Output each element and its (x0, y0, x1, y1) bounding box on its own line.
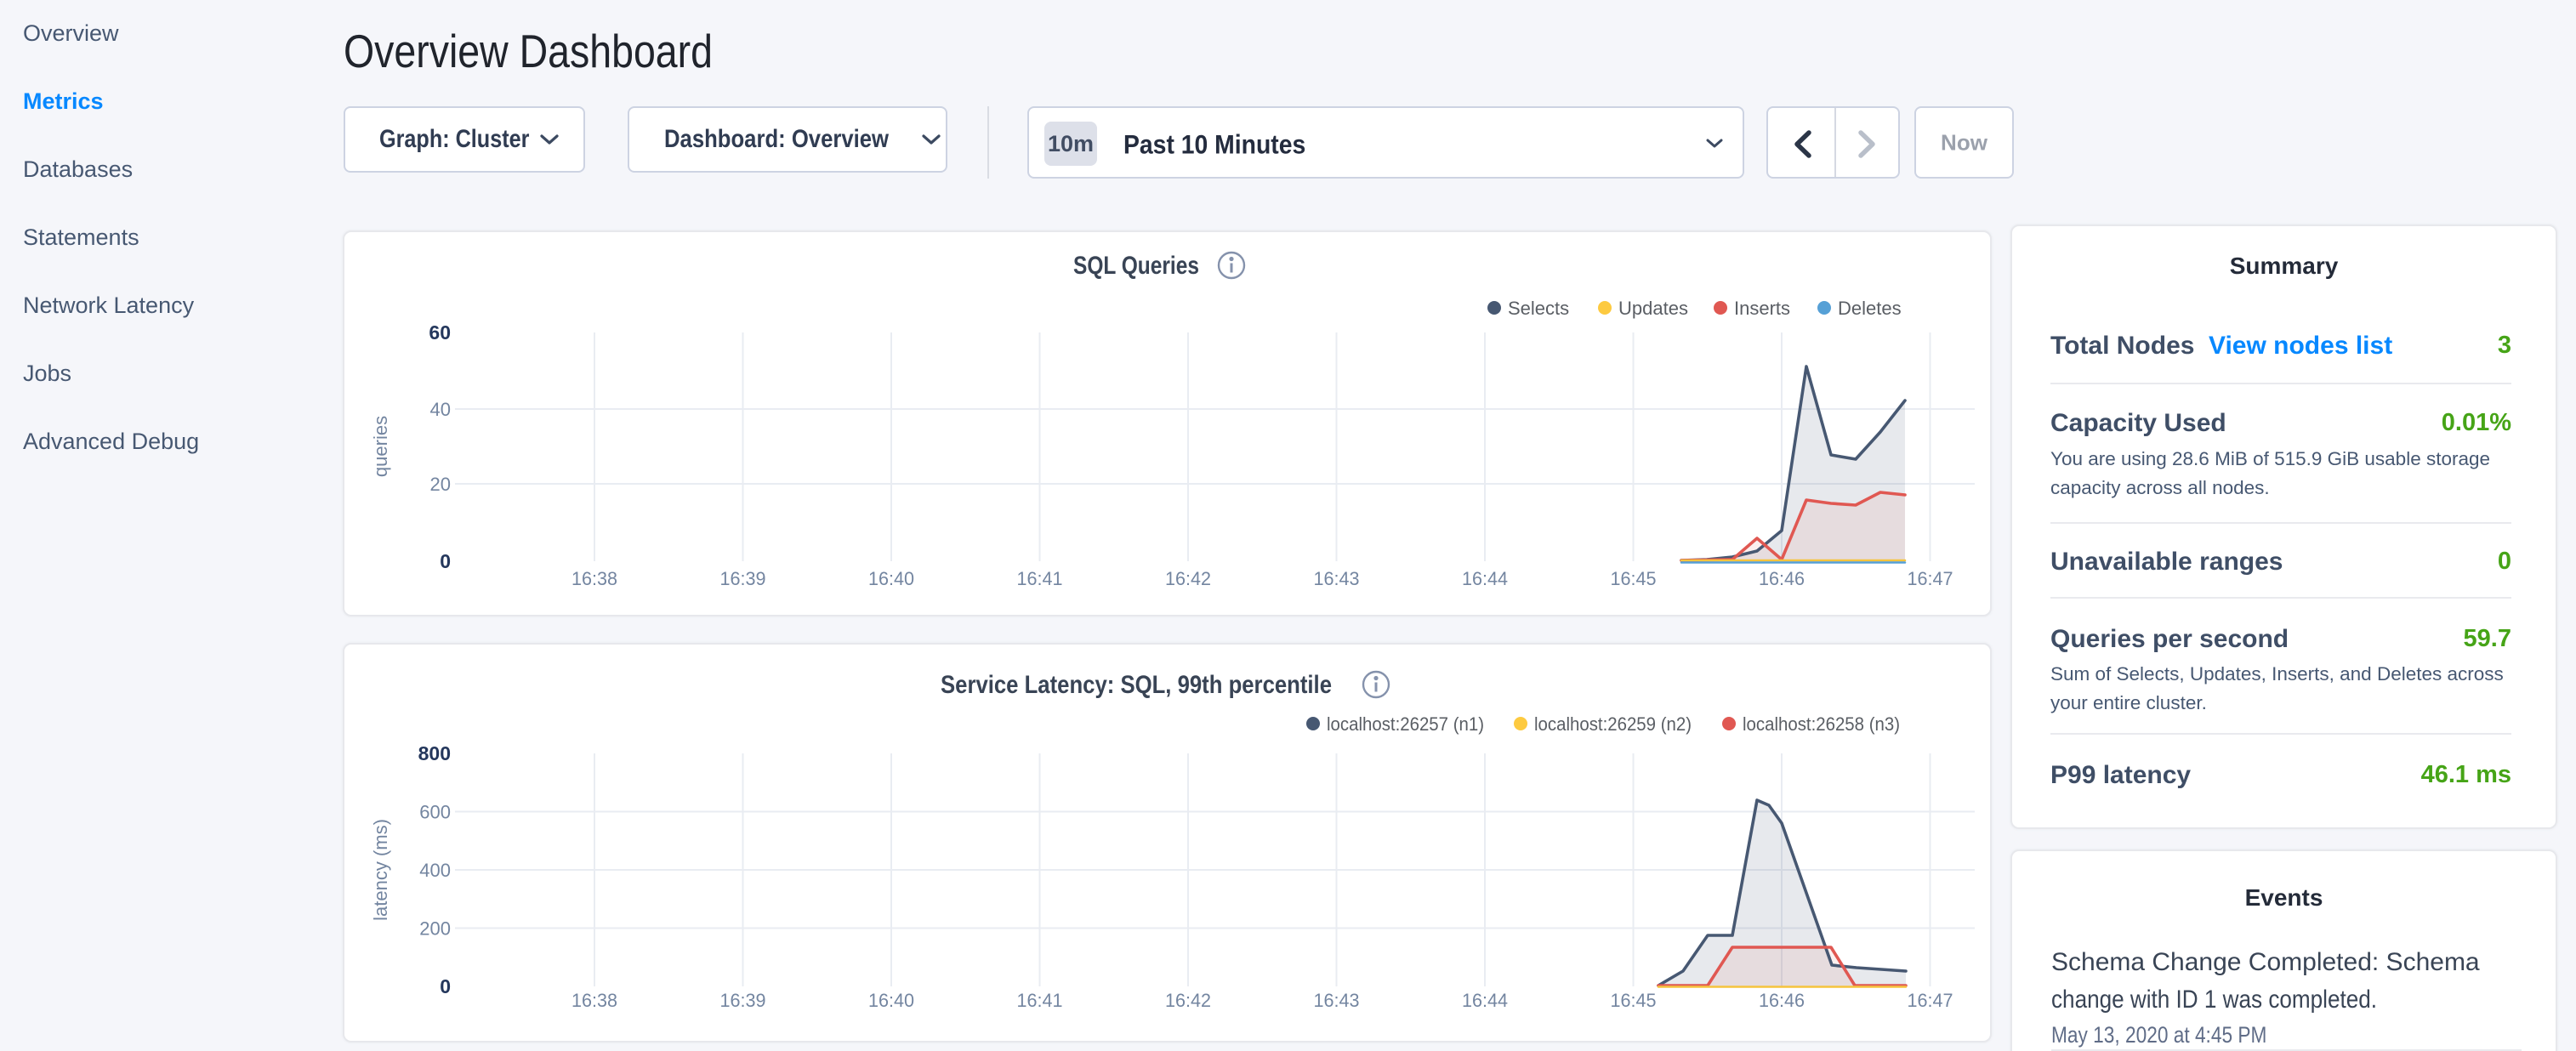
svg-text:16:42: 16:42 (1165, 990, 1211, 1011)
svg-text:600: 600 (419, 802, 451, 823)
svg-text:16:47: 16:47 (1908, 990, 1953, 1011)
svg-text:16:41: 16:41 (1017, 568, 1063, 589)
svg-text:16:39: 16:39 (720, 568, 766, 589)
svg-text:Inserts: Inserts (1734, 298, 1790, 319)
svg-text:60: 60 (429, 321, 451, 344)
svg-text:localhost:26257 (n1): localhost:26257 (n1) (1327, 713, 1484, 735)
svg-text:16:43: 16:43 (1314, 990, 1360, 1011)
svg-text:Deletes: Deletes (1838, 298, 1902, 319)
svg-text:16:43: 16:43 (1314, 568, 1360, 589)
svg-text:16:47: 16:47 (1908, 568, 1953, 589)
svg-text:40: 40 (430, 399, 451, 420)
svg-text:0: 0 (440, 975, 451, 997)
svg-text:16:45: 16:45 (1611, 568, 1657, 589)
svg-text:16:39: 16:39 (720, 990, 766, 1011)
svg-text:16:46: 16:46 (1759, 568, 1805, 589)
svg-text:16:44: 16:44 (1462, 568, 1508, 589)
svg-text:16:46: 16:46 (1759, 990, 1805, 1011)
svg-text:SQL Queries: SQL Queries (1073, 252, 1199, 280)
svg-text:16:40: 16:40 (868, 568, 914, 589)
svg-text:16:40: 16:40 (868, 990, 914, 1011)
svg-text:400: 400 (419, 860, 451, 881)
svg-text:16:42: 16:42 (1165, 568, 1211, 589)
svg-text:16:41: 16:41 (1017, 990, 1063, 1011)
svg-text:queries: queries (370, 416, 391, 477)
svg-text:localhost:26258 (n3): localhost:26258 (n3) (1743, 713, 1900, 735)
svg-text:localhost:26259 (n2): localhost:26259 (n2) (1534, 713, 1692, 735)
svg-text:200: 200 (419, 918, 451, 940)
svg-text:800: 800 (418, 742, 451, 764)
svg-text:Selects: Selects (1508, 298, 1569, 319)
svg-text:20: 20 (430, 474, 451, 495)
svg-text:latency (ms): latency (ms) (370, 819, 391, 921)
svg-text:16:38: 16:38 (571, 990, 617, 1011)
svg-text:16:45: 16:45 (1611, 990, 1657, 1011)
svg-text:16:38: 16:38 (571, 568, 617, 589)
svg-text:Service Latency: SQL, 99th per: Service Latency: SQL, 99th percentile (941, 671, 1332, 699)
svg-text:0: 0 (440, 550, 451, 572)
svg-text:16:44: 16:44 (1462, 990, 1508, 1011)
svg-text:Updates: Updates (1618, 298, 1688, 319)
